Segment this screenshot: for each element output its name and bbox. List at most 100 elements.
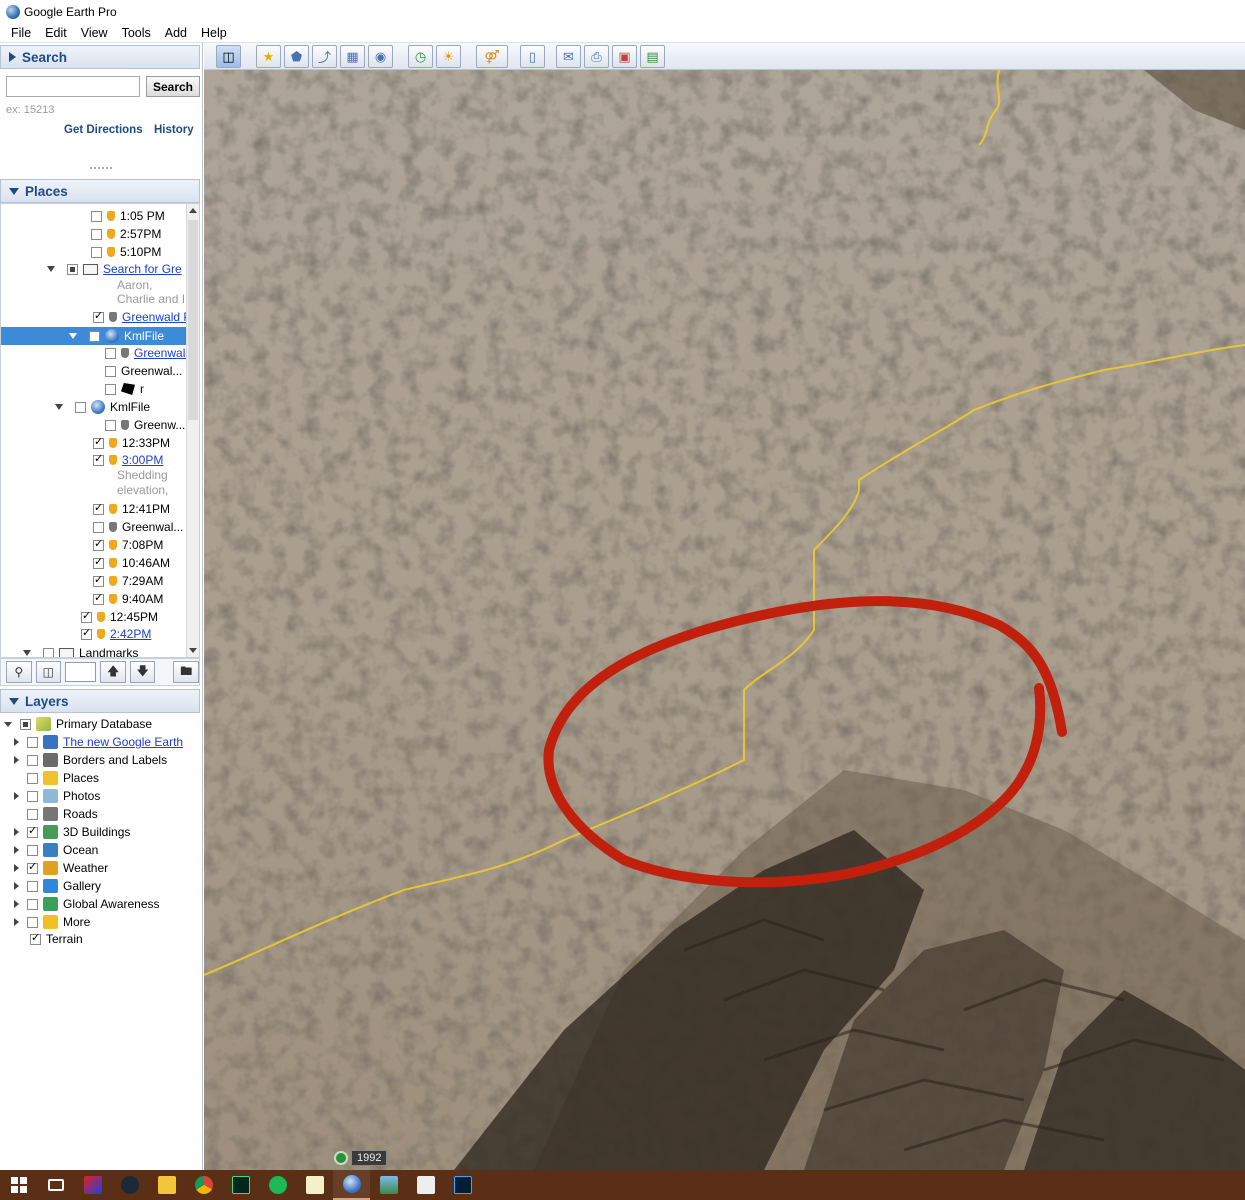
place-item[interactable]: Greenw...: [105, 416, 185, 434]
layer-checkbox[interactable]: [27, 754, 38, 766]
layer-item[interactable]: Weather: [14, 859, 108, 877]
add-image-overlay-button[interactable]: ▦: [340, 45, 365, 68]
folder-button[interactable]: 🖿: [173, 661, 199, 683]
map-view[interactable]: 1992: [204, 70, 1245, 1170]
expand-arrow-icon[interactable]: [47, 266, 55, 272]
menu-help[interactable]: Help: [194, 26, 234, 40]
task-view-button[interactable]: [37, 1170, 74, 1200]
place-item[interactable]: 2:57PM: [91, 225, 161, 243]
place-checkbox[interactable]: [105, 347, 116, 359]
place-label[interactable]: Greenwald P: [122, 310, 191, 324]
layer-checkbox[interactable]: [27, 790, 38, 802]
record-tour-button[interactable]: ◉: [368, 45, 393, 68]
search-panel-header[interactable]: Search: [0, 45, 200, 69]
start-button[interactable]: [0, 1170, 37, 1200]
layer-checkbox[interactable]: [27, 772, 38, 784]
taskbar-app-1[interactable]: [74, 1170, 111, 1200]
place-item[interactable]: Greenwald: [105, 344, 192, 362]
layer-checkbox[interactable]: [27, 898, 38, 910]
place-checkbox[interactable]: [67, 263, 78, 275]
place-checkbox[interactable]: [81, 626, 92, 640]
add-placemark-button[interactable]: ★: [256, 45, 281, 68]
layer-checkbox[interactable]: [20, 718, 31, 730]
layer-checkbox[interactable]: [27, 824, 38, 838]
place-item[interactable]: Greenwal...: [105, 362, 182, 380]
place-item[interactable]: 1:05 PM: [91, 207, 165, 225]
place-checkbox[interactable]: [91, 246, 102, 258]
maps-button[interactable]: ▤: [640, 45, 665, 68]
place-checkbox[interactable]: [81, 609, 92, 623]
taskbar-audition[interactable]: [222, 1170, 259, 1200]
expand-arrow-icon[interactable]: [14, 882, 19, 890]
expand-arrow-icon[interactable]: [14, 846, 19, 854]
menu-tools[interactable]: Tools: [115, 26, 158, 40]
place-item[interactable]: 2:42PM: [81, 625, 151, 643]
place-checkbox[interactable]: [93, 501, 104, 515]
place-checkbox[interactable]: [93, 309, 104, 323]
place-checkbox[interactable]: [75, 401, 86, 413]
layer-primary-database[interactable]: Primary Database: [4, 715, 152, 733]
place-checkbox[interactable]: [93, 452, 104, 466]
place-checkbox[interactable]: [43, 647, 54, 657]
places-panel-header[interactable]: Places: [0, 179, 200, 203]
expand-arrow-icon[interactable]: [14, 756, 19, 764]
expand-arrow-icon[interactable]: [69, 333, 77, 339]
taskbar-google-earth[interactable]: [333, 1170, 370, 1200]
layer-item[interactable]: 3D Buildings: [14, 823, 130, 841]
search-input[interactable]: [6, 76, 140, 97]
taskbar-spotify[interactable]: [259, 1170, 296, 1200]
place-checkbox[interactable]: [93, 537, 104, 551]
save-image-button[interactable]: ▣: [612, 45, 637, 68]
place-item[interactable]: Landmarks: [23, 644, 138, 657]
expand-arrow-icon[interactable]: [14, 792, 19, 800]
place-item[interactable]: 5:10PM: [91, 243, 161, 261]
expand-arrow-icon[interactable]: [14, 900, 19, 908]
layer-checkbox[interactable]: [27, 860, 38, 874]
menu-edit[interactable]: Edit: [38, 26, 74, 40]
opacity-field[interactable]: [65, 662, 97, 682]
layer-item[interactable]: Gallery: [14, 877, 101, 895]
place-item[interactable]: 7:08PM: [93, 536, 163, 554]
layer-item[interactable]: Ocean: [14, 841, 98, 859]
print-button[interactable]: ⎙: [584, 45, 609, 68]
taskbar-file-explorer[interactable]: [148, 1170, 185, 1200]
place-checkbox[interactable]: [93, 435, 104, 449]
place-item[interactable]: 9:40AM: [93, 590, 163, 608]
place-checkbox[interactable]: [91, 210, 102, 222]
layers-panel-header[interactable]: Layers: [0, 689, 200, 713]
places-tree[interactable]: 1:05 PM 2:57PM 5:10PM Search for Gre Aaron, C…: [0, 203, 200, 658]
layer-item[interactable]: Photos: [14, 787, 100, 805]
planets-button[interactable]: ⚤: [476, 45, 508, 68]
place-label[interactable]: 3:00PM: [122, 453, 163, 467]
expand-arrow-icon[interactable]: [14, 864, 19, 872]
place-checkbox[interactable]: [105, 383, 116, 395]
layer-item[interactable]: More: [14, 913, 90, 931]
layer-checkbox[interactable]: [27, 880, 38, 892]
expand-arrow-icon[interactable]: [55, 404, 63, 410]
expand-arrow-icon[interactable]: [23, 650, 31, 656]
place-item[interactable]: 12:45PM: [81, 608, 158, 626]
place-checkbox[interactable]: [93, 555, 104, 569]
place-checkbox[interactable]: [91, 228, 102, 240]
search-button[interactable]: Search: [146, 76, 200, 97]
add-path-button[interactable]: ⤴: [312, 45, 337, 68]
add-polygon-button[interactable]: ⬟: [284, 45, 309, 68]
sidebar-toggle-button[interactable]: ◫: [216, 45, 241, 68]
layer-checkbox[interactable]: [27, 736, 38, 748]
sunlight-button[interactable]: ☀: [436, 45, 461, 68]
expand-arrow-icon[interactable]: [4, 721, 12, 727]
menu-file[interactable]: File: [4, 26, 38, 40]
place-checkbox[interactable]: [89, 330, 100, 342]
layer-item[interactable]: Roads: [14, 805, 98, 823]
scroll-down-icon[interactable]: [189, 648, 197, 653]
place-item[interactable]: KmlFile: [1, 327, 187, 345]
history-link[interactable]: History: [154, 124, 194, 136]
historical-imagery-indicator[interactable]: 1992: [334, 1150, 388, 1166]
scroll-up-icon[interactable]: [189, 208, 197, 213]
layer-checkbox[interactable]: [27, 808, 38, 820]
expand-arrow-icon[interactable]: [14, 738, 19, 746]
place-label[interactable]: Greenwald: [134, 346, 192, 360]
scroll-thumb[interactable]: [188, 220, 198, 420]
expand-arrow-icon[interactable]: [14, 828, 19, 836]
place-item[interactable]: r: [105, 380, 144, 398]
